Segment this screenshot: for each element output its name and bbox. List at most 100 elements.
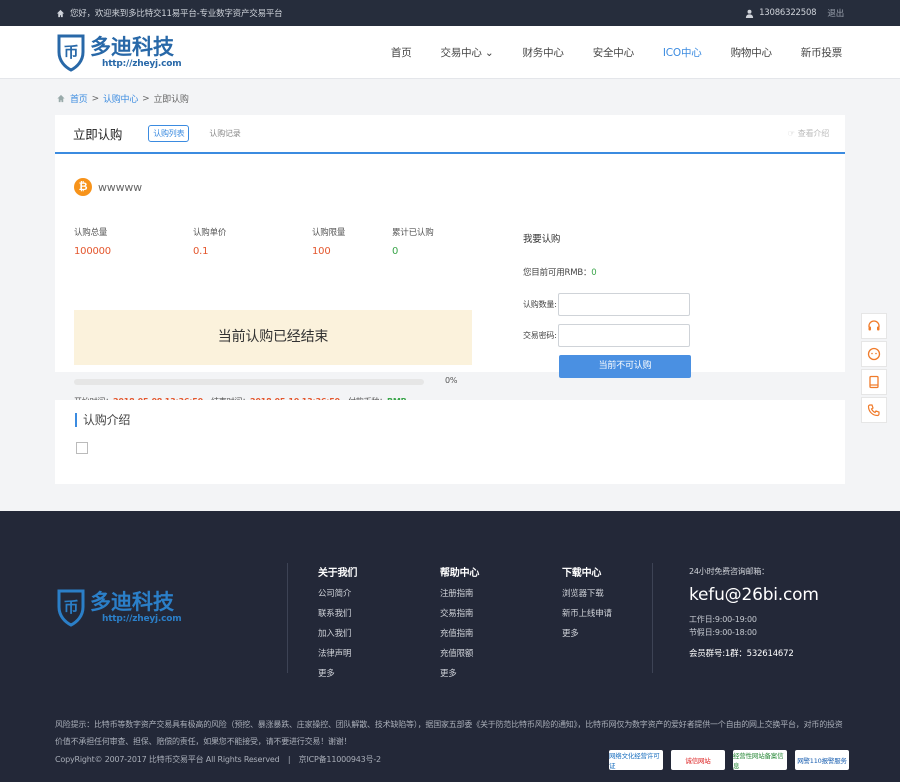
coin-info: ₿ wwwww [74, 178, 142, 196]
breadcrumb-home[interactable]: 首页 [70, 92, 88, 105]
logout-link[interactable]: 退出 [827, 7, 844, 19]
footer-contact: 24小时免费咨询邮箱： kefu@26bi.com 工作日:9:00-19:00… [689, 566, 819, 659]
breadcrumb-separator: > [142, 93, 150, 104]
progress-percent: 0% [445, 376, 458, 385]
greeting-text: 您好，欢迎来到多比特交11易平台-专业数字资产交易平台 [70, 9, 283, 19]
footer: 币 多迪科技 http://zheyj.com 关于我们 公司简介 联系我们 加… [0, 511, 900, 782]
credit-site-badge[interactable]: 诚信网站 [671, 750, 725, 770]
footer-link[interactable]: 新币上线申请 [562, 609, 612, 620]
user-icon [745, 9, 754, 18]
buy-title: 我要认购 [523, 234, 561, 245]
footer-download: 下载中心 浏览器下载 新币上线申请 更多 [562, 564, 612, 649]
work-hours: 工作日:9:00-19:00 [689, 615, 757, 624]
stat-label: 认购单价 [193, 228, 227, 238]
qty-label: 认购数量: [523, 300, 557, 309]
contact-email[interactable]: kefu@26bi.com [689, 585, 819, 605]
footer-logo-text: 多迪科技 [90, 590, 174, 614]
breadcrumb-ico[interactable]: 认购中心 [103, 92, 138, 105]
breadcrumb: 首页 > 认购中心 > 立即认购 [56, 92, 189, 105]
stat-value: 0 [392, 246, 399, 257]
book-icon[interactable] [861, 369, 887, 395]
footer-link[interactable]: 交易指南 [440, 609, 479, 620]
site-logo[interactable]: 币 多迪科技 http://zheyj.com [56, 32, 182, 72]
footer-help: 帮助中心 注册指南 交易指南 充值指南 充值限额 更多 [440, 564, 479, 689]
nav-trade[interactable]: 交易中心 ⌄ [441, 45, 494, 60]
intro-title: 认购介绍 [75, 413, 130, 427]
shield-logo-icon: 币 [57, 34, 85, 72]
tab-subscribe-records[interactable]: 认购记录 [209, 128, 240, 139]
pwd-label: 交易密码: [523, 331, 557, 340]
side-toolbar [861, 313, 887, 425]
chevron-down-icon: ⌄ [484, 46, 494, 59]
top-bar: 您好，欢迎来到多比特交11易平台-专业数字资产交易平台 13086322508 … [0, 0, 900, 26]
footer-link[interactable]: 更多 [440, 669, 479, 680]
header: 币 多迪科技 http://zheyj.com 首页 交易中心 ⌄ 财务中心 安… [0, 26, 900, 79]
stat-label: 认购限量 [312, 228, 346, 238]
nav-ico[interactable]: ICO中心 [663, 45, 702, 60]
subscribe-button[interactable]: 当前不可认购 [559, 355, 691, 378]
stat-label: 累计已认购 [392, 228, 434, 238]
footer-about: 关于我们 公司简介 联系我们 加入我们 法律声明 更多 [318, 564, 357, 689]
footer-link[interactable]: 充值指南 [440, 629, 479, 640]
nav-finance[interactable]: 财务中心 [522, 45, 563, 60]
stat-subscribed: 累计已认购 0 [392, 226, 434, 257]
headset-icon[interactable] [861, 313, 887, 339]
greeting: 您好，欢迎来到多比特交11易平台-专业数字资产交易平台 [56, 7, 283, 19]
panel-body: ₿ wwwww 认购总量 100000 认购单价 0.1 认购限量 100 累计… [55, 154, 845, 406]
stat-value: 100 [312, 246, 331, 257]
tab-subscribe-list[interactable]: 认购列表 [148, 125, 190, 142]
contact-title: 24小时免费咨询邮箱： [689, 567, 769, 576]
logo-text: 多迪科技 [90, 35, 174, 59]
stat-limit: 认购限量 100 [312, 226, 345, 257]
footer-link[interactable]: 浏览器下载 [562, 589, 612, 600]
trust-badges: 网络文化经营许可证 诚信网站 经营性网站备案信息 网警110报警服务 [609, 750, 849, 770]
trade-password-input[interactable] [557, 324, 690, 347]
page-title: 立即认购 [73, 127, 123, 142]
view-intro-link[interactable]: ☞ 查看介绍 [788, 128, 829, 139]
stat-label: 认购总量 [74, 228, 108, 238]
footer-link[interactable]: 充值限额 [440, 649, 479, 660]
holiday-hours: 节假日:9:00-18:00 [689, 628, 757, 637]
site-record-badge[interactable]: 经营性网站备案信息 [733, 750, 787, 770]
culture-license-badge[interactable]: 网络文化经营许可证 [609, 750, 663, 770]
shield-logo-icon: 币 [57, 589, 85, 627]
panel-header: 立即认购 认购列表 认购记录 ☞ 查看介绍 [55, 115, 845, 154]
phone-icon[interactable] [861, 397, 887, 423]
status-banner: 当前认购已经结束 [74, 310, 472, 365]
footer-link[interactable]: 更多 [562, 629, 612, 640]
available-balance: 您目前可用RMB：0 [523, 268, 597, 278]
home-icon [56, 9, 65, 17]
user-phone[interactable]: 13086322508 [759, 8, 816, 18]
bitcoin-icon: ₿ [74, 178, 92, 196]
footer-heading: 帮助中心 [440, 568, 480, 579]
stat-value: 100000 [74, 246, 111, 257]
qty-row: 认购数量: [523, 293, 690, 316]
divider [652, 563, 653, 673]
nav-security[interactable]: 安全中心 [593, 45, 634, 60]
chat-icon[interactable] [861, 341, 887, 367]
nav-home[interactable]: 首页 [391, 45, 412, 60]
footer-link[interactable]: 公司简介 [318, 589, 357, 600]
stat-total: 认购总量 100000 [74, 226, 111, 257]
qty-input[interactable] [557, 293, 690, 316]
copyright: CopyRight© 2007-2017 比特币交易平台 All Rights … [55, 755, 381, 764]
intro-section: 认购介绍 [55, 400, 845, 484]
icp-number[interactable]: 京ICP备11000943号-2 [299, 755, 381, 764]
police-110-badge[interactable]: 网警110报警服务 [795, 750, 849, 770]
coin-name: wwwww [98, 180, 142, 194]
logo-url: http://zheyj.com [102, 59, 182, 69]
footer-heading: 下载中心 [562, 568, 602, 579]
footer-link[interactable]: 联系我们 [318, 609, 357, 620]
breadcrumb-current: 立即认购 [153, 95, 189, 105]
nav-vote[interactable]: 新币投票 [801, 45, 842, 60]
home-icon [57, 94, 65, 103]
footer-link[interactable]: 法律声明 [318, 649, 357, 660]
svg-text:币: 币 [64, 598, 79, 616]
stat-value: 0.1 [193, 246, 209, 257]
footer-link[interactable]: 加入我们 [318, 629, 357, 640]
thumbs-up-icon: ☞ [787, 129, 795, 138]
nav-shopping[interactable]: 购物中心 [731, 45, 772, 60]
stat-price: 认购单价 0.1 [193, 226, 226, 257]
footer-link[interactable]: 更多 [318, 669, 357, 680]
footer-link[interactable]: 注册指南 [440, 589, 479, 600]
